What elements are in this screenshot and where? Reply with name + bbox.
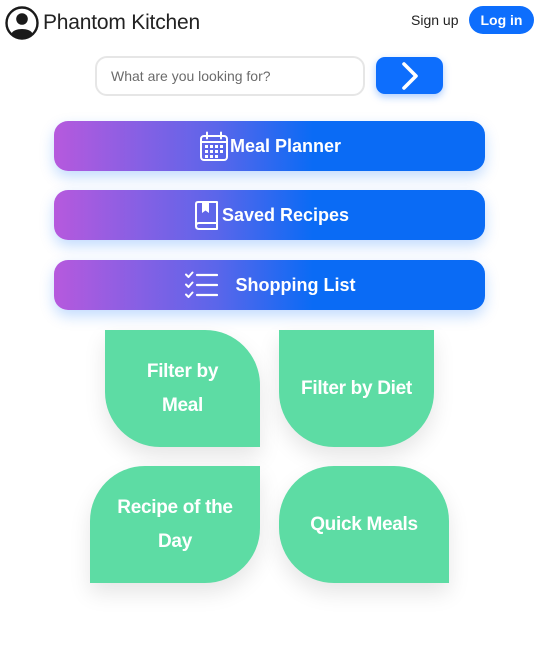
recipe-of-the-day-label: Recipe of the Day (117, 496, 233, 552)
book-bookmark-icon (190, 199, 222, 231)
filter-by-meal-label: Filter by Meal (146, 360, 219, 416)
quick-meals-tile[interactable]: Quick Meals (279, 466, 449, 583)
filter-by-meal-tile[interactable]: Filter by Meal (105, 330, 260, 447)
user-avatar-icon (5, 6, 39, 40)
checklist-icon (184, 270, 218, 300)
filter-by-diet-label: Filter by Diet (301, 377, 412, 399)
header: Phantom Kitchen Sign up Log in (0, 0, 538, 46)
shopping-list-button[interactable]: Shopping List (54, 260, 485, 310)
saved-recipes-label: Saved Recipes (221, 204, 350, 225)
calendar-icon (198, 130, 230, 162)
login-button[interactable]: Log in (469, 6, 534, 34)
brand-title: Phantom Kitchen (43, 11, 200, 34)
signup-link[interactable]: Sign up (411, 12, 458, 28)
search-submit-button[interactable] (376, 57, 443, 94)
meal-planner-button[interactable]: Meal Planner (54, 121, 485, 171)
meal-planner-label: Meal Planner (229, 135, 342, 156)
shopping-list-label: Shopping List (235, 274, 356, 295)
chevron-right-icon (401, 61, 418, 90)
search-input[interactable] (95, 56, 365, 96)
saved-recipes-button[interactable]: Saved Recipes (54, 190, 485, 240)
brand[interactable]: Phantom Kitchen (5, 6, 200, 40)
filter-by-diet-tile[interactable]: Filter by Diet (279, 330, 434, 447)
quick-meals-label: Quick Meals (310, 513, 418, 535)
recipe-of-the-day-tile[interactable]: Recipe of the Day (90, 466, 260, 583)
